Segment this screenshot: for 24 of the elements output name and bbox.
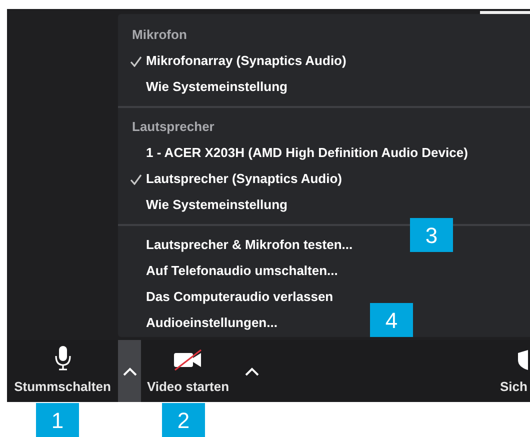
menu-item[interactable]: Wie Systemeinstellung	[146, 195, 288, 215]
security-button[interactable]: Sich	[500, 340, 530, 402]
menu-item[interactable]: Wie Systemeinstellung	[146, 77, 288, 97]
callout-number: 4	[370, 303, 413, 337]
menu-item[interactable]: Audioeinstellungen...	[146, 313, 278, 333]
menu-item[interactable]: Auf Telefonaudio umschalten...	[146, 261, 338, 281]
section-header: Mikrofon	[132, 26, 188, 44]
menu-item[interactable]: Das Computeraudio verlassen	[146, 287, 334, 307]
menu-item[interactable]: 1 - ACER X203H (AMD High Definition Audio Device)	[146, 143, 468, 163]
callout-number: 2	[162, 403, 205, 437]
menu-item[interactable]: Lautsprecher & Mikrofon testen...	[146, 235, 353, 255]
menu-item[interactable]: Lautsprecher (Synaptics Audio)	[146, 169, 342, 189]
caret-icon	[245, 366, 259, 376]
menu-item[interactable]: Mikrofonarray (Synaptics Audio)	[146, 51, 346, 71]
mute-button[interactable]: Stummschalten	[7, 340, 118, 402]
microphone-icon	[54, 344, 72, 370]
camera-off-icon	[173, 348, 203, 370]
shield-icon	[518, 348, 528, 370]
callout-number: 3	[410, 218, 453, 252]
section-header: Lautsprecher	[132, 118, 216, 136]
video-button[interactable]: Video starten	[141, 340, 235, 402]
caret-icon	[122, 366, 136, 376]
options-caret-button[interactable]	[118, 340, 141, 402]
callout-number: 1	[36, 403, 79, 437]
